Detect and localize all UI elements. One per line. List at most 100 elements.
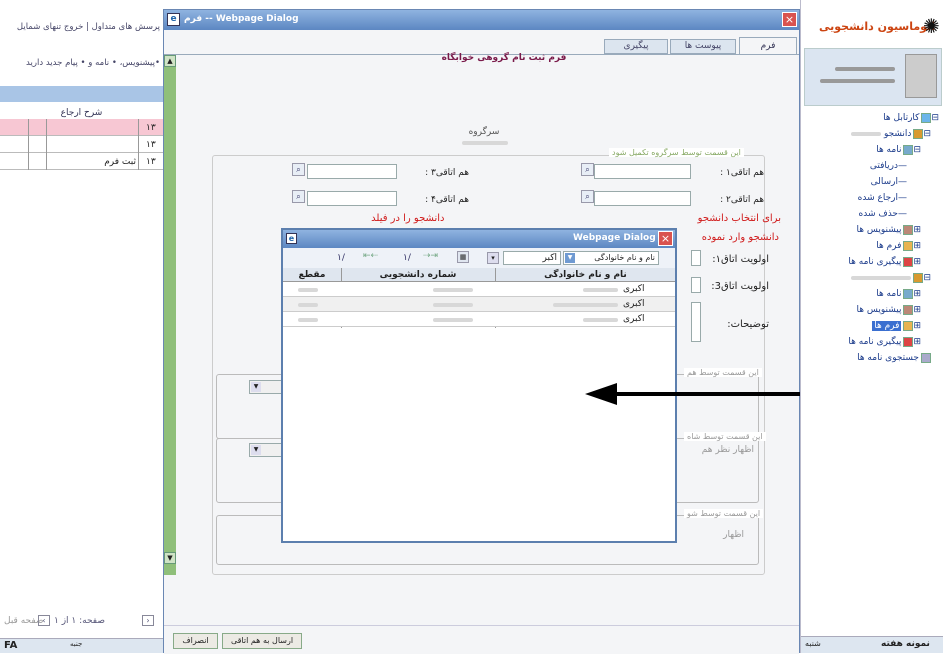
left-col-header[interactable]: شرح ارجاع: [0, 108, 163, 118]
search-icon[interactable]: ⌕: [292, 190, 305, 203]
ie-icon: e: [286, 233, 297, 244]
close-icon[interactable]: ×: [782, 12, 797, 27]
row-blur: [433, 288, 473, 292]
links-text[interactable]: پرسش های متداول | خروج: [64, 22, 160, 32]
description-input[interactable]: [691, 302, 701, 342]
search-field-value: نام و نام خانوادگی: [594, 253, 655, 262]
tree-item-forwarded[interactable]: —ارجاع شده: [858, 190, 907, 206]
new-items-notice[interactable]: •پیشنویس، • نامه و • پیام جدید دارید: [4, 58, 160, 68]
left-footer: FA جنبه: [0, 638, 163, 653]
scrollbar[interactable]: ▲ ▼: [164, 55, 176, 575]
tree-item-student[interactable]: ⊟دانشجو: [850, 126, 931, 142]
row-blur: [433, 318, 473, 322]
grid-icon[interactable]: ▦: [457, 251, 469, 263]
tree-item-letters-2[interactable]: ⊞نامه ها: [876, 286, 921, 302]
search-value-input[interactable]: اکبر: [503, 251, 561, 265]
tree-item-cartables[interactable]: ⊟کارتابل ها: [883, 110, 939, 126]
roommate-select[interactable]: ▼: [249, 380, 284, 394]
user-icon: [913, 272, 924, 283]
expand-icon[interactable]: ⊟: [913, 145, 921, 155]
cancel-button[interactable]: انصراف: [173, 633, 218, 649]
col-level[interactable]: مقطع: [283, 270, 341, 280]
dialog-title: فرم -- Webpage Dialog: [184, 14, 299, 24]
expand-icon[interactable]: ⊞: [913, 337, 921, 347]
description-label: توضیحات:: [727, 319, 769, 330]
ie-icon: e: [167, 13, 180, 26]
priority3-input[interactable]: [691, 277, 701, 293]
search-toolbar: ۱/ ⇤⇠ ۱/ ⇢⇥ ▦ ▾ اکبر نام و نام خانوادگی …: [283, 248, 675, 268]
search-titlebar: e Webpage Dialog -- ×: [283, 230, 675, 248]
col-student-number[interactable]: شماره دانشجویی: [343, 270, 493, 280]
tab-form[interactable]: فرم: [739, 37, 797, 55]
search-icon[interactable]: ⌕: [292, 163, 305, 176]
scroll-down-icon[interactable]: ▼: [164, 552, 176, 564]
footer-day: شنبه: [805, 639, 821, 648]
tree-item-forms[interactable]: ⊞فرم ها: [876, 238, 921, 254]
tree-item-drafts-2[interactable]: ⊞پیشنویس ها: [857, 302, 921, 318]
tree-item-inbox[interactable]: —دریافتی: [870, 158, 907, 174]
prev-arrow-icon[interactable]: ‹: [38, 615, 50, 626]
tab-attachments[interactable]: پیوست ها: [670, 39, 736, 54]
tree-item-drafts[interactable]: ⊞پیشنویس ها: [857, 222, 921, 238]
roommate1-input[interactable]: [594, 164, 691, 179]
expand-icon[interactable]: ⊟: [923, 129, 931, 139]
folder-icon: [921, 112, 932, 123]
expand-icon[interactable]: ⊞: [913, 289, 921, 299]
table-row[interactable]: اکبری: [283, 312, 675, 327]
tree-item-deleted[interactable]: —حذف شده: [859, 206, 907, 222]
scroll-up-icon[interactable]: ▲: [164, 55, 176, 67]
search-icon[interactable]: ⌕: [581, 163, 594, 176]
tree-item-council[interactable]: ⊟: [851, 270, 931, 286]
nav-arrows-icon[interactable]: ⇢⇥: [423, 251, 438, 261]
row-blur: [583, 318, 618, 322]
right-footer: شنبه نمونه هفته: [801, 636, 943, 653]
leader-section-label: این قسمت توسط سرگروه تکمیل شود: [609, 148, 744, 157]
mail-icon: [903, 144, 914, 155]
next-arrow-icon[interactable]: ›: [142, 615, 154, 626]
expand-icon[interactable]: ⊞: [913, 321, 921, 331]
expand-icon[interactable]: ⊞: [913, 257, 921, 267]
expand-icon[interactable]: ⊞: [913, 305, 921, 315]
col-name[interactable]: نام و نام خانوادگی: [498, 270, 673, 280]
tree-item-forms-2[interactable]: ⊞فرم ها: [872, 318, 921, 334]
tree-blur: [851, 276, 912, 280]
lang-indicator[interactable]: FA: [4, 640, 17, 651]
roommate4-input[interactable]: [307, 191, 397, 206]
tree-item-letters[interactable]: ⊟نامه ها: [876, 142, 921, 158]
col-divider: [46, 119, 47, 170]
pager-a: ۱/: [337, 253, 345, 263]
tree-item-tracking[interactable]: ⊞پیگیری نامه ها: [848, 254, 921, 270]
top-links[interactable]: پرسش های متداول | خروج تنهای شمایل: [4, 22, 160, 32]
tree-item-search[interactable]: جستجوی نامه ها: [857, 350, 931, 366]
links-prefix[interactable]: تنهای شمایل: [17, 22, 61, 32]
roommate3-input[interactable]: [307, 164, 397, 179]
expand-icon[interactable]: ⊟: [923, 273, 931, 283]
chevron-down-icon[interactable]: ▼: [251, 445, 261, 455]
footer-text: جنبه: [70, 640, 83, 648]
priority1-input[interactable]: [691, 250, 701, 266]
supervisor-select[interactable]: ▼: [249, 443, 284, 457]
roommate2-input[interactable]: [594, 191, 691, 206]
expand-icon[interactable]: ⊞: [913, 225, 921, 235]
table-row[interactable]: اکبری: [283, 297, 675, 312]
tracking-icon: [903, 256, 914, 267]
expand-icon[interactable]: ⊞: [913, 241, 921, 251]
chevron-down-icon[interactable]: ▼: [565, 253, 575, 263]
user-icon: [913, 128, 924, 139]
tree-item-sent[interactable]: —ارسالی: [871, 174, 907, 190]
search-icon[interactable]: ⌕: [581, 190, 594, 203]
expand-icon[interactable]: ⊟: [931, 113, 939, 123]
search-field-select[interactable]: نام و نام خانوادگی ▼: [563, 251, 659, 265]
send-to-roommate-button[interactable]: ارسال به هم اتاقی: [222, 633, 302, 649]
tab-tracking[interactable]: پیگیری: [604, 39, 668, 54]
tree-item-tracking-2[interactable]: ⊞پیگیری نامه ها: [848, 334, 921, 350]
nav-arrows-icon[interactable]: ⇤⇠: [363, 251, 378, 261]
filter-icon[interactable]: ▾: [487, 252, 499, 264]
chevron-down-icon[interactable]: ▼: [251, 382, 261, 392]
table-row[interactable]: اکبری: [283, 282, 675, 297]
arrow-head: [585, 383, 617, 405]
roommate1-label: هم اتاقی۱ :: [720, 168, 764, 178]
row-blur: [433, 303, 473, 307]
close-icon[interactable]: ×: [658, 231, 673, 246]
search-icon: [921, 352, 931, 363]
